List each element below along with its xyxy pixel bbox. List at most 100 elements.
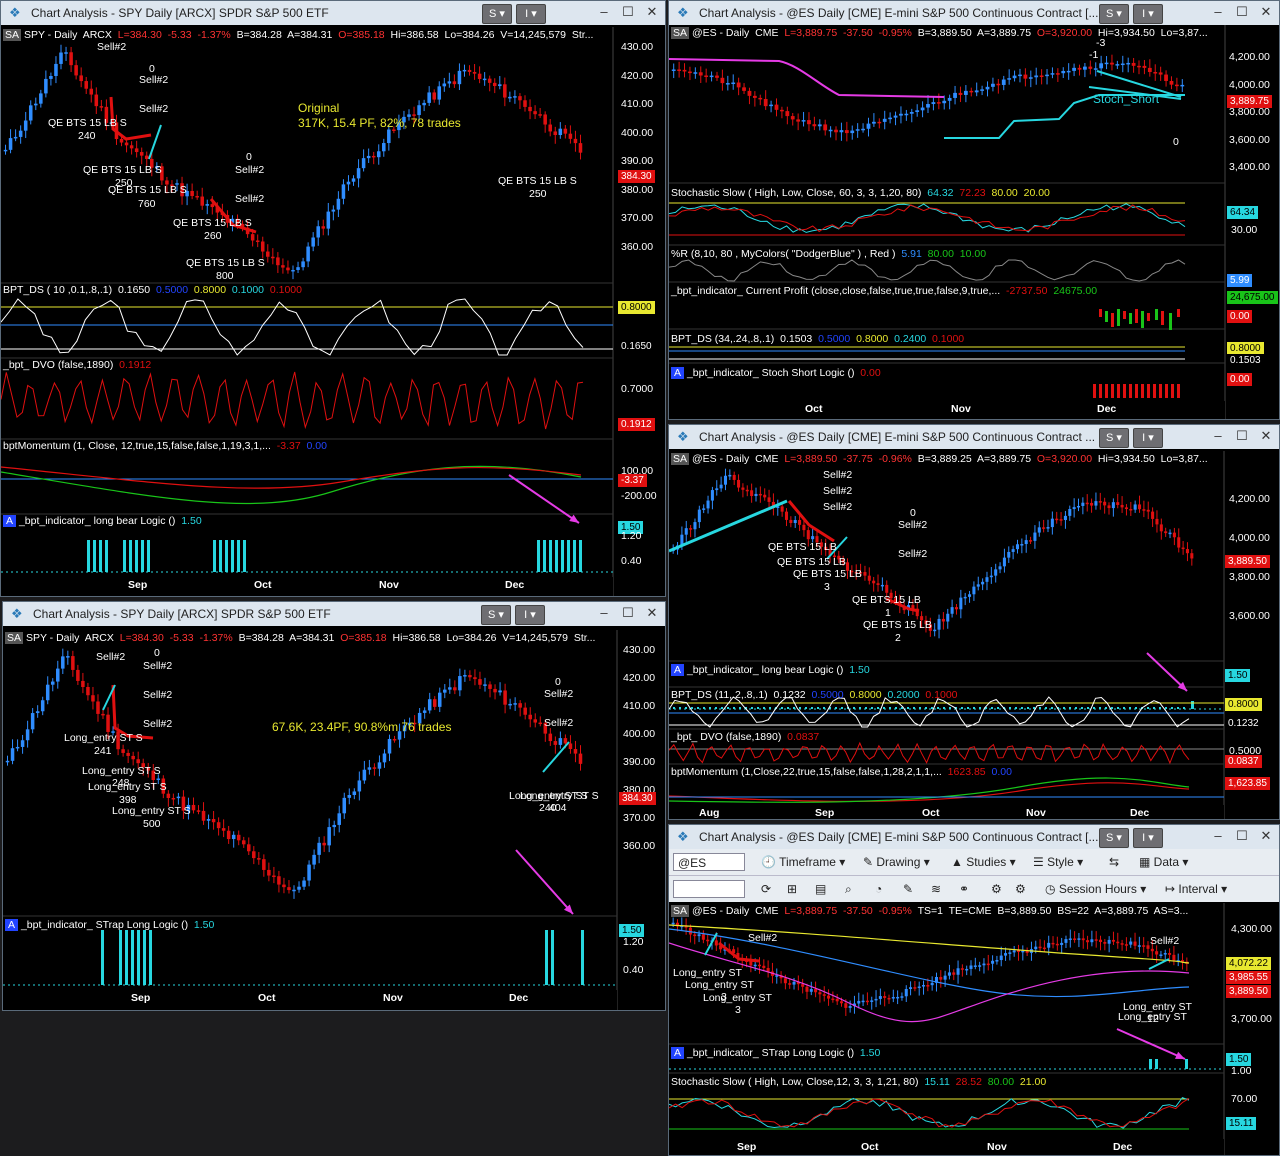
logic-bar — [1117, 707, 1119, 709]
chart-window-es-strap[interactable]: ❖ Chart Analysis - @ES Daily [CME] E-min… — [668, 824, 1280, 1156]
style-button[interactable]: ☰ Style ▾ — [1033, 853, 1083, 871]
candle-body — [807, 120, 811, 125]
chart-area[interactable]: SA @ES - Daily CME L=3,889.50 -37.75 -0.… — [669, 451, 1279, 819]
close-icon[interactable]: ✕ — [643, 3, 661, 21]
chart-window-es-stoch-short[interactable]: ❖ Chart Analysis - @ES Daily [CME] E-min… — [668, 0, 1280, 420]
secondary-input[interactable] — [673, 880, 745, 898]
candle-body — [767, 497, 771, 502]
candle-body — [1045, 74, 1049, 77]
settings-icon[interactable]: ⚙ — [991, 880, 1002, 898]
chart-layout-icon[interactable]: ⇆ — [1109, 853, 1119, 871]
chart-window-spy-strap[interactable]: ❖ Chart Analysis - SPY Daily [ARCX] SPDR… — [2, 601, 666, 1011]
entry-label: Long_entry ST — [685, 979, 754, 991]
maximize-icon[interactable]: ☐ — [619, 604, 637, 622]
candle-body — [336, 198, 341, 210]
chart-area[interactable]: SA @ES - Daily CME L=3,889.75 -37.50 -0.… — [669, 903, 1279, 1155]
data-button[interactable]: ▦ Data ▾ — [1139, 853, 1188, 871]
candle-body — [59, 52, 63, 64]
dropdown-i-button[interactable]: I ▾ — [516, 4, 546, 24]
window-titlebar[interactable]: ❖ Chart Analysis - @ES Daily [CME] E-min… — [669, 425, 1279, 449]
chart-area[interactable]: SA SPY - Daily ARCX L=384.30 -5.33 -1.37… — [3, 630, 665, 1010]
refresh-icon[interactable]: ⟳ — [761, 880, 771, 898]
close-icon[interactable]: ✕ — [643, 604, 661, 622]
window-titlebar[interactable]: ❖ Chart Analysis - @ES Daily [CME] E-min… — [669, 1, 1279, 25]
candle-body — [1068, 938, 1072, 940]
logic-bar — [1191, 701, 1194, 709]
candle-body — [382, 143, 386, 152]
zoom-icon[interactable]: ⌕ — [845, 880, 852, 898]
dropdown-s-button[interactable]: S ▾ — [1099, 4, 1129, 24]
close-icon[interactable]: ✕ — [1257, 3, 1275, 21]
candle-body — [508, 96, 512, 99]
format-icon[interactable]: ⚙ — [1015, 880, 1026, 898]
symbol-input[interactable]: @ES — [673, 853, 745, 871]
minimize-icon[interactable]: – — [1209, 427, 1227, 445]
trend-arrow — [515, 849, 574, 915]
chart-window-es-long-bear[interactable]: ❖ Chart Analysis - @ES Daily [CME] E-min… — [668, 424, 1280, 820]
dropdown-s-button[interactable]: S ▾ — [1099, 828, 1129, 848]
gauge-icon[interactable]: ◔ — [875, 880, 882, 898]
candle-body — [737, 479, 741, 488]
candle-body — [1159, 524, 1163, 532]
indicator-line — [669, 203, 1186, 233]
candle-body — [139, 152, 144, 156]
trade-line — [1148, 958, 1170, 970]
candle-body — [946, 613, 950, 622]
candle-body — [81, 680, 85, 687]
drawing-button[interactable]: ✎ Drawing ▾ — [863, 853, 930, 871]
dropdown-i-button[interactable]: I ▾ — [1133, 828, 1163, 848]
dropdown-i-button[interactable]: I ▾ — [1133, 428, 1163, 448]
logic-bar — [997, 707, 999, 709]
dropdown-s-button[interactable]: S ▾ — [481, 605, 511, 625]
window-titlebar[interactable]: ❖ Chart Analysis - SPY Daily [ARCX] SPDR… — [3, 602, 665, 626]
entry-label: QE BTS 15 LB — [852, 594, 921, 606]
candle-body — [1020, 544, 1024, 546]
logic-bar — [757, 707, 759, 709]
candle-body — [763, 494, 767, 498]
candle-body — [1168, 953, 1172, 955]
minimize-icon[interactable]: – — [595, 3, 613, 21]
candle-body — [277, 876, 281, 885]
candle-body — [281, 265, 285, 268]
session-hours-button[interactable]: ◷ Session Hours ▾ — [1045, 880, 1146, 898]
maximize-icon[interactable]: ☐ — [1233, 827, 1251, 845]
chart-area[interactable]: SA SPY - Daily ARCX L=384.30 -5.33 -1.37… — [1, 27, 665, 596]
candle-body — [442, 83, 447, 87]
candle-body — [387, 129, 391, 144]
logic-bar — [537, 540, 540, 572]
chart-area[interactable]: SA @ES - Daily CME L=3,889.75 -37.50 -0.… — [669, 25, 1279, 419]
candle-body — [578, 143, 583, 153]
pencil-icon[interactable]: ✎ — [903, 880, 913, 898]
window-titlebar[interactable]: ❖ Chart Analysis - @ES Daily [CME] E-min… — [669, 825, 1279, 849]
candle-body — [498, 84, 502, 87]
window-titlebar[interactable]: ❖ Chart Analysis - SPY Daily [ARCX] SPDR… — [1, 1, 665, 25]
interval-button[interactable]: ↦ Interval ▾ — [1165, 880, 1227, 898]
close-icon[interactable]: ✕ — [1257, 827, 1275, 845]
candle-body — [991, 83, 995, 87]
candle-body — [533, 111, 537, 115]
maximize-icon[interactable]: ☐ — [619, 3, 637, 21]
studies-button[interactable]: ▲ Studies ▾ — [951, 853, 1016, 871]
chart-window-spy-original[interactable]: ❖ Chart Analysis - SPY Daily [ARCX] SPDR… — [0, 0, 666, 597]
dropdown-s-button[interactable]: S ▾ — [482, 4, 512, 24]
candle-body — [216, 822, 221, 829]
maximize-icon[interactable]: ☐ — [1233, 3, 1251, 21]
dropdown-i-button[interactable]: I ▾ — [1133, 4, 1163, 24]
nodes-icon[interactable]: ⚭ — [959, 880, 969, 898]
stack-icon[interactable]: ≋ — [931, 880, 941, 898]
logic-bar — [1087, 707, 1089, 709]
maximize-icon[interactable]: ☐ — [1233, 427, 1251, 445]
dropdown-s-button[interactable]: S ▾ — [1099, 428, 1129, 448]
timeframe-button[interactable]: 🕘 Timeframe ▾ — [761, 853, 845, 871]
minimize-icon[interactable]: – — [1209, 827, 1227, 845]
dropdown-i-button[interactable]: I ▾ — [515, 605, 545, 625]
minimize-icon[interactable]: – — [595, 604, 613, 622]
candle-body — [1004, 953, 1008, 956]
grid-icon[interactable]: ⊞ — [787, 880, 797, 898]
table-icon[interactable]: ▤ — [815, 880, 826, 898]
candle-body — [867, 575, 871, 581]
close-icon[interactable]: ✕ — [1257, 427, 1275, 445]
candle-body — [366, 155, 371, 159]
candle-body — [844, 1003, 848, 1008]
minimize-icon[interactable]: – — [1209, 3, 1227, 21]
